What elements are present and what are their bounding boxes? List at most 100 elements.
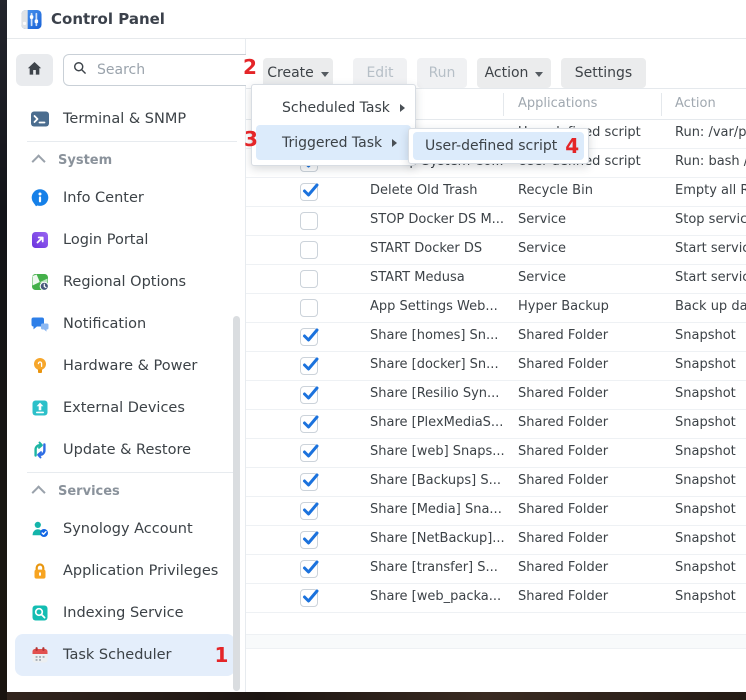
- caret-down-icon: [535, 72, 543, 77]
- task-name: Share [homes] Sn...: [370, 328, 505, 343]
- enabled-checkbox-unchecked[interactable]: [300, 270, 318, 288]
- regional-options-icon: [30, 272, 50, 292]
- table-row[interactable]: Delete Old TrashRecycle BinEmpty all R: [246, 178, 746, 207]
- sidebar-item-synology-account[interactable]: Synology Account: [15, 508, 235, 550]
- action-button[interactable]: Action: [477, 58, 551, 88]
- task-action: Snapshot: [675, 386, 746, 401]
- menu-item-triggered-task[interactable]: Triggered Task: [256, 125, 411, 160]
- section-label: Services: [58, 484, 120, 499]
- login-portal-icon: [30, 230, 50, 250]
- column-header-applications[interactable]: Applications: [518, 96, 597, 111]
- chevron-up-icon: [32, 485, 46, 499]
- sidebar-section-system[interactable]: System: [7, 143, 245, 177]
- submenu-arrow-icon: [400, 104, 405, 112]
- table-row[interactable]: App Settings Web...Hyper BackupBack up d…: [246, 294, 746, 323]
- desktop-background-bottom: [0, 692, 746, 700]
- annotation-step-1: 1: [215, 645, 229, 665]
- menu-item-scheduled-task[interactable]: Scheduled Task: [256, 90, 411, 125]
- task-name: Share [NetBackup]...: [370, 531, 505, 546]
- task-application: Shared Folder: [518, 328, 658, 343]
- section-label: System: [58, 153, 112, 168]
- submenu-item-user-defined-script[interactable]: User-defined script4: [413, 132, 584, 160]
- enabled-checkbox-checked[interactable]: [300, 473, 318, 491]
- synology-account-icon: [30, 519, 50, 539]
- table-row[interactable]: START Docker DSServiceStart servic: [246, 236, 746, 265]
- table-row[interactable]: Share [Media] Sna...Shared FolderSnapsho…: [246, 497, 746, 526]
- settings-button[interactable]: Settings: [561, 58, 646, 88]
- sidebar-item-external-devices[interactable]: External Devices: [15, 387, 235, 429]
- task-application: Hyper Backup: [518, 299, 658, 314]
- table-row[interactable]: Share [Resilio Syn...Shared FolderSnapsh…: [246, 381, 746, 410]
- home-button[interactable]: [16, 54, 53, 86]
- sidebar-item-indexing-service[interactable]: Indexing Service: [15, 592, 235, 634]
- sidebar-item-label: Indexing Service: [63, 605, 184, 621]
- sidebar-scrollbar[interactable]: [233, 316, 240, 691]
- task-name: Share [Resilio Syn...: [370, 386, 505, 401]
- sidebar-item-terminal-snmp[interactable]: Terminal & SNMP: [15, 98, 235, 140]
- desktop-background-left: [0, 0, 7, 700]
- sidebar-item-regional-options[interactable]: Regional Options: [15, 261, 235, 303]
- button-label: Settings: [575, 65, 632, 81]
- sidebar-section-services[interactable]: Services: [7, 474, 245, 508]
- terminal-icon: [30, 109, 50, 129]
- enabled-checkbox-checked[interactable]: [300, 386, 318, 404]
- sidebar-item-application-privileges[interactable]: Application Privileges: [15, 550, 235, 592]
- table-row[interactable]: START MedusaServiceStart servic: [246, 265, 746, 294]
- sidebar-item-label: Hardware & Power: [63, 358, 197, 374]
- task-application: Shared Folder: [518, 502, 658, 517]
- enabled-checkbox-checked[interactable]: [300, 531, 318, 549]
- table-row[interactable]: Share [web_packa...Shared FolderSnapshot: [246, 584, 746, 613]
- create-dropdown-menu: Scheduled Task Triggered Task: [251, 84, 416, 166]
- enabled-checkbox-checked[interactable]: [300, 502, 318, 520]
- enabled-checkbox-checked[interactable]: [300, 589, 318, 607]
- enabled-checkbox-checked[interactable]: [300, 415, 318, 433]
- button-label: Edit: [366, 65, 393, 81]
- task-action: Back up da: [675, 299, 746, 314]
- column-header-action[interactable]: Action: [675, 96, 716, 111]
- task-name: Share [docker] Sn...: [370, 357, 505, 372]
- column-divider: [503, 93, 504, 116]
- enabled-checkbox-checked[interactable]: [300, 560, 318, 578]
- sidebar-item-update-restore[interactable]: Update & Restore: [15, 429, 235, 471]
- hardware-power-icon: [30, 356, 50, 376]
- table-row[interactable]: Share [transfer] S...Shared FolderSnapsh…: [246, 555, 746, 584]
- triggered-task-submenu: User-defined script4: [408, 128, 589, 164]
- sidebar-item-label: Info Center: [63, 190, 144, 206]
- table-row[interactable]: Share [PlexMediaS...Shared FolderSnapsho…: [246, 410, 746, 439]
- task-action: Snapshot: [675, 473, 746, 488]
- enabled-checkbox-checked[interactable]: [300, 328, 318, 346]
- external-devices-icon: [30, 398, 50, 418]
- table-row[interactable]: Share [docker] Sn...Shared FolderSnapsho…: [246, 352, 746, 381]
- task-action: Stop servic: [675, 212, 746, 227]
- table-row[interactable]: STOP Docker DS M...ServiceStop servic: [246, 207, 746, 236]
- enabled-checkbox-checked[interactable]: [300, 444, 318, 462]
- sidebar-item-label: Synology Account: [63, 521, 193, 537]
- enabled-checkbox-checked[interactable]: [300, 183, 318, 201]
- enabled-checkbox-unchecked[interactable]: [300, 299, 318, 317]
- chevron-up-icon: [32, 154, 46, 168]
- enabled-checkbox-unchecked[interactable]: [300, 241, 318, 259]
- task-name: Share [web] Snaps...: [370, 444, 505, 459]
- enabled-checkbox-unchecked[interactable]: [300, 212, 318, 230]
- task-application: Service: [518, 270, 658, 285]
- annotation-step-2: 2: [243, 57, 257, 77]
- table-row[interactable]: Share [Backups] S...Shared FolderSnapsho…: [246, 468, 746, 497]
- task-action: Run: /var/p: [675, 125, 746, 140]
- menu-item-label: Scheduled Task: [282, 100, 390, 116]
- sidebar-item-hardware-power[interactable]: Hardware & Power: [15, 345, 235, 387]
- table-row[interactable]: Share [homes] Sn...Shared FolderSnapshot: [246, 323, 746, 352]
- table-row[interactable]: Share [web] Snaps...Shared FolderSnapsho…: [246, 439, 746, 468]
- submenu-arrow-icon: [392, 139, 397, 147]
- sidebar-item-login-portal[interactable]: Login Portal: [15, 219, 235, 261]
- enabled-checkbox-checked[interactable]: [300, 357, 318, 375]
- sidebar-item-notification[interactable]: Notification: [15, 303, 235, 345]
- task-name: Share [Media] Sna...: [370, 502, 505, 517]
- task-action: Snapshot: [675, 415, 746, 430]
- task-application: Service: [518, 212, 658, 227]
- table-row[interactable]: Share [NetBackup]...Shared FolderSnapsho…: [246, 526, 746, 555]
- empty-row: [246, 635, 746, 649]
- sidebar-item-info-center[interactable]: Info Center: [15, 177, 235, 219]
- task-application: Shared Folder: [518, 473, 658, 488]
- task-application: Shared Folder: [518, 415, 658, 430]
- sidebar-item-task-scheduler[interactable]: Task Scheduler1: [15, 634, 235, 676]
